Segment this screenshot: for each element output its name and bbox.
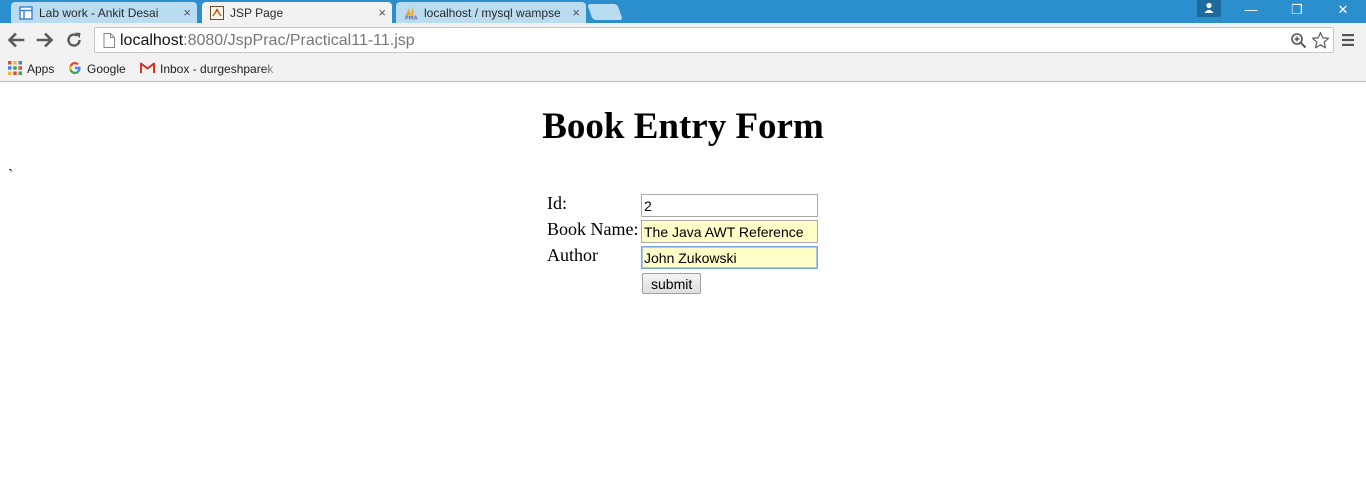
author-label: Author [547,245,598,265]
tab-close-icon[interactable]: × [572,5,580,20]
page-content: Book Entry Form ` Id: Book Name: Author … [0,83,1366,487]
tab-lab-work[interactable]: Lab work - Ankit Desai × [11,2,197,23]
tab-label: Lab work - Ankit Desai [39,5,159,20]
tab-close-icon[interactable]: × [183,5,191,20]
page-title: Book Entry Form [542,106,824,147]
bookmark-inbox[interactable]: Inbox - durgeshparek [140,60,278,78]
forward-arrow-icon [36,32,54,48]
tab-phpmyadmin[interactable]: PMA localhost / mysql wampse × [396,2,586,23]
tab-label: localhost / mysql wampse [424,5,561,20]
tab-close-icon[interactable]: × [378,5,386,20]
tab-jsp-page[interactable]: JSP Page × [202,2,392,23]
minimize-icon: — [1244,2,1258,17]
url-path: :8080/JspPrac/Practical11-11.jsp [183,32,415,49]
bookmarks-bar: Apps Google Inbox - durgeshparek [0,57,1366,82]
gmail-icon [140,62,155,77]
url-host: localhost [120,32,184,49]
stray-backtick: ` [8,167,14,184]
bookmark-label: Google [87,62,126,76]
svg-text:PMA: PMA [405,15,418,20]
bookmark-apps[interactable]: Apps [8,60,54,78]
zoom-icon[interactable] [1290,32,1307,54]
google-icon [68,61,82,78]
forward-button[interactable] [35,30,55,50]
bookmark-star-icon[interactable] [1311,31,1330,55]
browser-titlebar: Lab work - Ankit Desai × JSP Page × PMA … [0,0,1366,23]
book-name-input[interactable] [641,220,818,243]
back-arrow-icon [7,32,25,48]
url-text[interactable]: localhost:8080/JspPrac/Practical11-11.js… [120,32,415,50]
submit-button[interactable]: submit [642,273,702,294]
profile-button[interactable] [1197,0,1221,17]
reload-button[interactable] [64,30,84,50]
label-fade [264,60,278,78]
address-bar[interactable]: localhost:8080/JspPrac/Practical11-11.js… [94,27,1334,53]
back-button[interactable] [6,30,26,50]
phpmyadmin-icon: PMA [404,6,418,21]
page-icon [103,33,115,53]
person-icon [1204,2,1214,13]
browser-toolbar: localhost:8080/JspPrac/Practical11-11.js… [0,23,1366,57]
close-icon: ✕ [1337,2,1349,17]
bookmark-label: Apps [27,62,55,76]
new-tab-button[interactable] [587,4,623,20]
id-label: Id: [547,193,567,213]
restore-icon: ❐ [1291,2,1303,17]
close-window-button[interactable]: ✕ [1320,0,1366,20]
restore-button[interactable]: ❐ [1274,0,1320,20]
id-input[interactable] [641,194,818,217]
jsp-page-icon [210,5,224,20]
book-name-label: Book Name: [547,219,639,239]
bookmark-google[interactable]: Google [68,60,126,78]
minimize-button[interactable]: — [1228,0,1274,20]
chrome-menu-icon[interactable] [1340,32,1356,48]
bookmark-label: Inbox - durgeshparek [160,62,274,76]
google-sites-icon [19,5,33,20]
apps-grid-icon [8,60,22,78]
author-input[interactable] [641,246,818,269]
tab-label: JSP Page [230,5,284,20]
reload-icon [67,32,81,47]
